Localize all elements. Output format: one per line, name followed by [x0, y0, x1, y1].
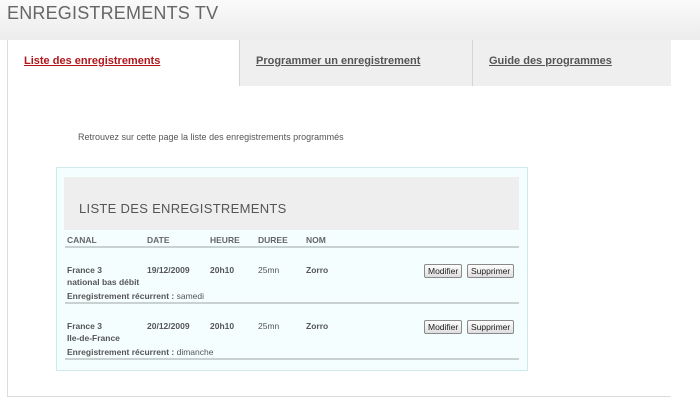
table-row: France 3 Ile-de-France 20/12/2009 20h10 … [57, 320, 527, 376]
tab-programmer-enregistrement[interactable]: Programmer un enregistrement [240, 40, 473, 86]
date-cell: 19/12/2009 [147, 265, 190, 275]
recurrence-day: samedi [176, 291, 205, 301]
tab-liste-enregistrements[interactable]: Liste des enregistrements [8, 40, 240, 86]
column-header-canal: CANAL [67, 235, 97, 245]
duration-cell: 25mn [258, 265, 280, 275]
row-divider [65, 302, 519, 304]
recurrence-label: Enregistrement récurrent : [67, 347, 175, 357]
column-header-heure: HEURE [210, 235, 240, 245]
recordings-list-panel: LISTE DES ENREGISTREMENTS CANAL DATE HEU… [56, 167, 528, 371]
channel-cell: France 3 Ile-de-France [67, 320, 120, 344]
recurrence-day: dimanche [176, 347, 214, 357]
recurrence-info: Enregistrement récurrent : dimanche [67, 347, 213, 357]
recurrence-info: Enregistrement récurrent : samedi [67, 291, 204, 301]
date-cell: 20/12/2009 [147, 321, 190, 331]
intro-text: Retrouvez sur cette page la liste des en… [78, 132, 344, 142]
channel-name: France 3 [67, 265, 102, 275]
column-header-nom: NOM [306, 235, 326, 245]
time-cell: 20h10 [210, 321, 235, 331]
duration-cell: 25mn [258, 321, 280, 331]
name-cell: Zorro [306, 321, 329, 331]
table-row: France 3 national bas débit 19/12/2009 2… [57, 264, 527, 320]
column-header-date: DATE [147, 235, 170, 245]
channel-detail: Ile-de-France [67, 333, 120, 343]
recurrence-label: Enregistrement récurrent : [67, 291, 175, 301]
channel-cell: France 3 national bas débit [67, 264, 139, 288]
modify-button[interactable]: Modifier [424, 264, 463, 278]
tab-bar: Liste des enregistrements Programmer un … [8, 40, 671, 86]
name-cell: Zorro [306, 265, 329, 275]
delete-button[interactable]: Supprimer [467, 264, 515, 278]
time-cell: 20h10 [210, 265, 235, 275]
delete-button[interactable]: Supprimer [467, 320, 515, 334]
column-header-duree: DUREE [258, 235, 288, 245]
tab-content: Retrouvez sur cette page la liste des en… [8, 86, 671, 396]
channel-name: France 3 [67, 321, 102, 331]
tabbed-container: Liste des enregistrements Programmer un … [7, 40, 671, 397]
page-header: ENREGISTREMENTS TV [0, 0, 700, 40]
channel-detail: national bas débit [67, 277, 140, 287]
page-title: ENREGISTREMENTS TV [7, 3, 219, 23]
tab-guide-programmes[interactable]: Guide des programmes [473, 40, 671, 86]
header-divider [65, 246, 519, 248]
modify-button[interactable]: Modifier [424, 320, 463, 334]
row-divider [65, 358, 519, 360]
recordings-table: CANAL DATE HEURE DUREE NOM France 3 nati… [57, 168, 527, 370]
